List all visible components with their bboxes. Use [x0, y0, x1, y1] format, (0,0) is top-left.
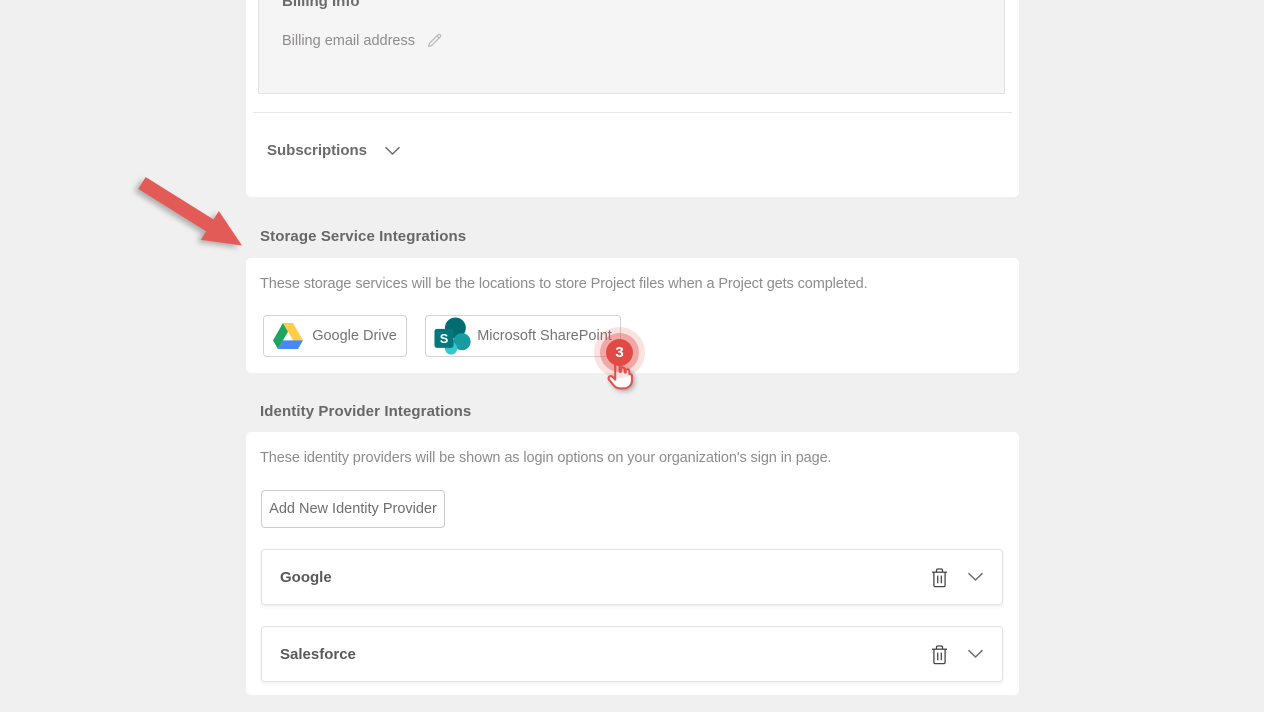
expand-chevron-down-icon[interactable]: [965, 570, 986, 584]
delete-trash-icon[interactable]: [928, 565, 951, 590]
add-identity-provider-button[interactable]: Add New Identity Provider: [261, 490, 445, 528]
delete-trash-icon[interactable]: [928, 642, 951, 667]
step-3-badge: 3: [606, 339, 633, 366]
billing-info-title: Billing Info: [282, 0, 359, 10]
google-drive-icon: [273, 323, 303, 349]
subscriptions-toggle[interactable]: Subscriptions: [267, 142, 401, 159]
google-drive-button[interactable]: Google Drive: [263, 315, 407, 357]
chevron-down-icon: [384, 146, 401, 156]
expand-chevron-down-icon[interactable]: [965, 647, 986, 661]
edit-pencil-icon[interactable]: [426, 32, 443, 49]
provider-row-salesforce[interactable]: Salesforce: [261, 626, 1003, 682]
billing-email-label: Billing email address: [282, 33, 415, 49]
storage-section-heading: Storage Service Integrations: [260, 228, 466, 245]
subscriptions-label: Subscriptions: [267, 142, 367, 159]
provider-name: Salesforce: [280, 646, 356, 663]
billing-info-panel: Billing Info Billing email address: [258, 0, 1005, 94]
billing-subscriptions-card: Billing Info Billing email address Subsc…: [246, 0, 1019, 197]
organization-settings-page: Billing Info Billing email address Subsc…: [0, 0, 1264, 712]
svg-text:S: S: [440, 331, 449, 346]
identity-section-heading: Identity Provider Integrations: [260, 403, 471, 420]
divider: [253, 112, 1012, 113]
identity-integrations-card: These identity providers will be shown a…: [246, 432, 1019, 695]
sharepoint-icon: S: [434, 317, 472, 355]
billing-email-row: Billing email address: [282, 32, 443, 49]
provider-name: Google: [280, 569, 332, 586]
row-actions: [928, 642, 986, 667]
identity-section-description: These identity providers will be shown a…: [260, 450, 832, 466]
row-actions: [928, 565, 986, 590]
sharepoint-button-label: Microsoft SharePoint: [477, 328, 612, 344]
google-drive-button-label: Google Drive: [312, 328, 397, 344]
storage-service-buttons: Google Drive S Microsoft SharePoint: [263, 315, 621, 357]
provider-row-google[interactable]: Google: [261, 549, 1003, 605]
red-arrow-icon: [129, 166, 253, 267]
storage-section-description: These storage services will be the locat…: [260, 276, 868, 292]
sharepoint-button[interactable]: S Microsoft SharePoint: [425, 315, 621, 357]
